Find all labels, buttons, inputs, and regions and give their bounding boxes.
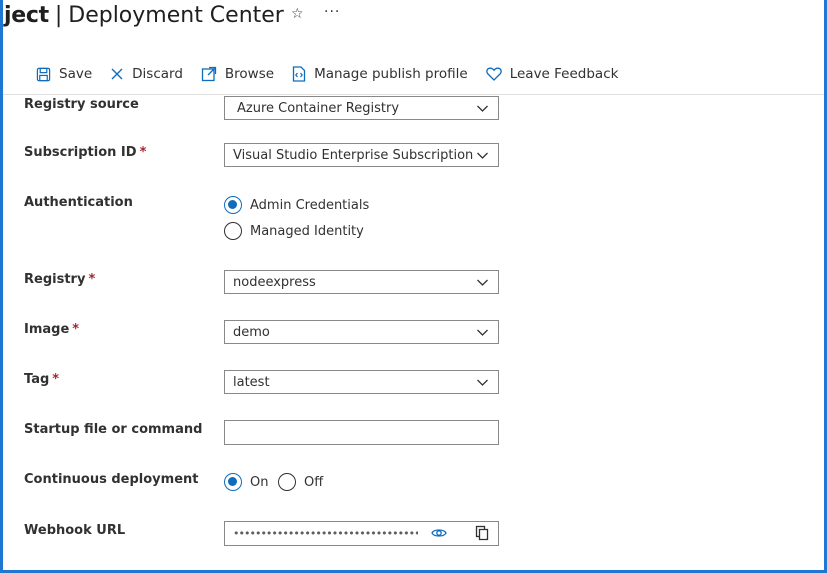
manage-publish-profile-label: Manage publish profile xyxy=(314,66,468,82)
managed-identity-label: Managed Identity xyxy=(250,223,364,239)
continuous-deployment-label: Continuous deployment xyxy=(24,472,198,487)
save-label: Save xyxy=(59,66,93,82)
close-icon xyxy=(111,68,123,80)
off-label: Off xyxy=(304,474,324,490)
subscription-dropdown[interactable]: Visual Studio Enterprise Subscription xyxy=(224,143,499,167)
webhook-url-field[interactable]: ••••••••••••••••••••••••••••••••••... xyxy=(224,521,499,546)
registry-dropdown[interactable]: nodeexpress xyxy=(224,270,499,294)
subscription-id-label-text: Subscription ID xyxy=(24,145,137,160)
star-icon[interactable]: ☆ xyxy=(291,6,304,22)
chevron-down-icon xyxy=(477,379,488,386)
browse-button[interactable]: Browse xyxy=(201,66,274,82)
registry-source-label: Registry source xyxy=(24,97,139,112)
tag-value: latest xyxy=(233,374,270,390)
eye-icon[interactable] xyxy=(431,527,447,539)
radio-checked-icon xyxy=(224,196,242,214)
tag-dropdown[interactable]: latest xyxy=(224,370,499,394)
registry-source-label-text: Registry source xyxy=(24,97,139,112)
required-indicator: * xyxy=(52,372,60,387)
managed-identity-radio[interactable]: Managed Identity xyxy=(224,222,364,240)
open-external-icon xyxy=(201,66,217,82)
save-icon xyxy=(36,67,51,81)
command-bar: Save Discard Browse Manage publish profi… xyxy=(36,62,636,86)
webhook-url-label-text: Webhook URL xyxy=(24,523,126,538)
heart-icon xyxy=(485,67,502,81)
copy-icon[interactable] xyxy=(475,525,489,541)
image-label-text: Image xyxy=(24,322,70,337)
code-file-icon xyxy=(292,66,306,82)
admin-credentials-radio[interactable]: Admin Credentials xyxy=(224,196,369,214)
chevron-down-icon xyxy=(477,279,488,286)
radio-unchecked-icon xyxy=(224,222,242,240)
page-header: ject | Deployment Center xyxy=(4,0,284,30)
continuous-deployment-on-radio[interactable]: On xyxy=(224,473,268,491)
startup-command-input[interactable] xyxy=(224,420,499,445)
browse-label: Browse xyxy=(224,66,275,82)
toolbar-divider xyxy=(3,94,824,95)
startup-command-label: Startup file or command xyxy=(24,422,202,437)
required-indicator: * xyxy=(139,145,147,160)
continuous-deployment-label-text: Continuous deployment xyxy=(24,472,199,487)
chevron-down-icon xyxy=(477,152,488,159)
discard-button[interactable]: Discard xyxy=(110,66,183,82)
save-button[interactable]: Save xyxy=(36,66,92,82)
subscription-id-label: Subscription ID * xyxy=(24,145,146,160)
continuous-deployment-off-radio[interactable]: Off xyxy=(278,473,323,491)
title-fragment: ject xyxy=(4,2,49,28)
manage-publish-profile-button[interactable]: Manage publish profile xyxy=(292,66,468,82)
admin-credentials-label: Admin Credentials xyxy=(250,197,370,213)
registry-source-value: Azure Container Registry xyxy=(237,100,400,116)
registry-label: Registry * xyxy=(24,272,95,287)
leave-feedback-label: Leave Feedback xyxy=(509,66,619,82)
leave-feedback-button[interactable]: Leave Feedback xyxy=(485,66,619,82)
image-dropdown[interactable]: demo xyxy=(224,320,499,344)
on-label: On xyxy=(250,474,269,490)
registry-source-dropdown[interactable]: Azure Container Registry xyxy=(224,96,499,120)
authentication-label: Authentication xyxy=(24,195,133,210)
image-value: demo xyxy=(233,324,270,340)
startup-command-label-text: Startup file or command xyxy=(24,422,203,437)
radio-checked-icon xyxy=(224,473,242,491)
registry-label-text: Registry xyxy=(24,272,86,287)
chevron-down-icon xyxy=(477,105,488,112)
title-separator: | xyxy=(54,2,63,28)
page-title: Deployment Center xyxy=(68,2,284,28)
authentication-label-text: Authentication xyxy=(24,195,133,210)
webhook-url-masked-value: ••••••••••••••••••••••••••••••••••... xyxy=(233,527,418,540)
discard-label: Discard xyxy=(132,66,183,82)
webhook-url-label: Webhook URL xyxy=(24,523,125,538)
required-indicator: * xyxy=(72,322,80,337)
tag-label-text: Tag xyxy=(24,372,50,387)
ellipsis-icon[interactable]: ··· xyxy=(324,4,340,20)
image-label: Image * xyxy=(24,322,79,337)
registry-value: nodeexpress xyxy=(233,274,316,290)
required-indicator: * xyxy=(88,272,96,287)
radio-unchecked-icon xyxy=(278,473,296,491)
subscription-value: Visual Studio Enterprise Subscription xyxy=(233,147,474,163)
tag-label: Tag * xyxy=(24,372,59,387)
chevron-down-icon xyxy=(477,329,488,336)
